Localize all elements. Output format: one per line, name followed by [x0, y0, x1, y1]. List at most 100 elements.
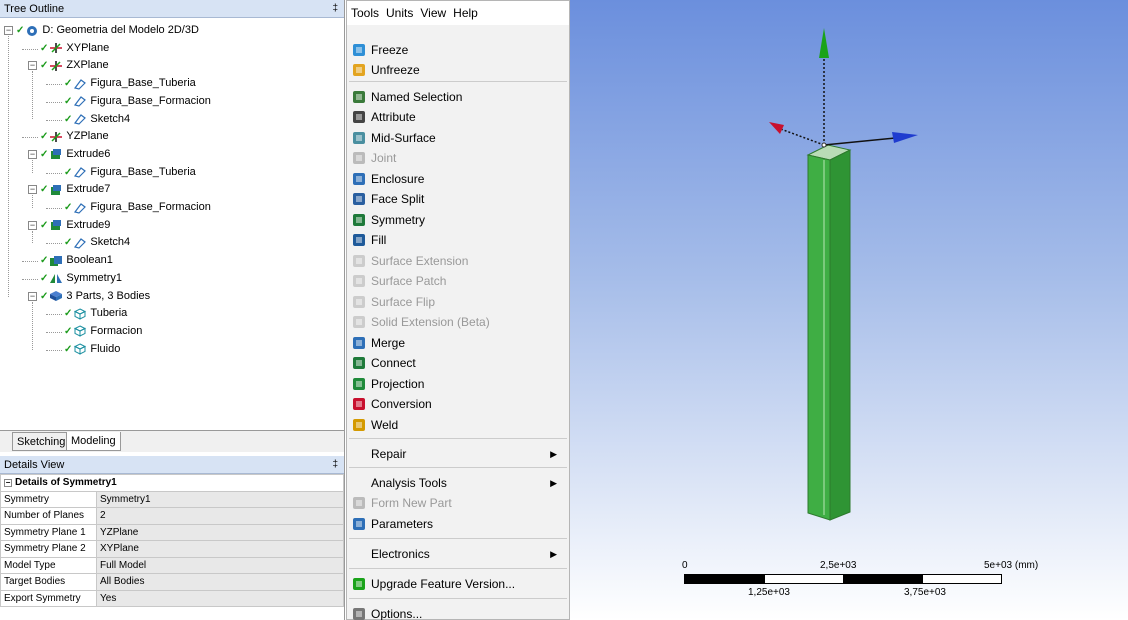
menu-item-label: Face Split	[371, 192, 425, 206]
tab-sketching[interactable]: Sketching	[12, 432, 71, 451]
menu-item-parameters[interactable]: Parameters	[347, 514, 569, 534]
menu-item-upgrade-feature-version[interactable]: Upgrade Feature Version...	[347, 574, 569, 594]
tree-connector	[46, 349, 62, 351]
menu-item-connect[interactable]: Connect	[347, 353, 569, 373]
scale-label-max: 5e+03 (mm)	[984, 560, 1039, 571]
check-icon: ✓	[64, 113, 73, 125]
details-value[interactable]: XYPlane	[96, 540, 344, 558]
menu-item-face-split[interactable]: Face Split	[347, 189, 569, 209]
menubar-help[interactable]: Help	[453, 6, 478, 20]
tree-expander[interactable]: −	[28, 185, 37, 195]
check-icon: ✓	[40, 60, 49, 72]
details-value[interactable]: Symmetry1	[96, 490, 344, 508]
check-icon: ✓	[40, 272, 49, 284]
menubar-tools[interactable]: Tools	[351, 6, 379, 20]
plane-icon	[49, 131, 63, 143]
body-icon	[73, 343, 87, 355]
tree-item[interactable]: ✓ Boolean1	[40, 252, 113, 269]
model-body[interactable]	[806, 144, 852, 521]
tree-expander[interactable]: −	[28, 291, 37, 301]
tree-connector	[8, 36, 9, 297]
menubar-units[interactable]: Units	[386, 6, 413, 20]
tree-item[interactable]: ✓ Figura_Base_Formacion	[64, 93, 211, 110]
menu-item-freeze[interactable]: Freeze	[347, 40, 569, 60]
tree-item[interactable]: ✓ 3 Parts, 3 Bodies	[40, 288, 150, 305]
tree-item[interactable]: ✓ Figura_Base_Formacion	[64, 199, 211, 216]
menu-item-named-selection[interactable]: Named Selection	[347, 87, 569, 107]
tree-item[interactable]: ✓ Fluido	[64, 341, 120, 358]
menu-item-mid-surface[interactable]: Mid-Surface	[347, 128, 569, 148]
menu-item-merge[interactable]: Merge	[347, 333, 569, 353]
menu-item-options[interactable]: Options...	[347, 604, 569, 620]
menu-item-repair[interactable]: Repair ▶	[347, 444, 569, 464]
pin-icon[interactable]: ‡	[332, 0, 338, 18]
tree-item[interactable]: ✓ Symmetry1	[40, 270, 122, 287]
tree-expander[interactable]: −	[28, 61, 37, 71]
menu-item-projection[interactable]: Projection	[347, 374, 569, 394]
tree-outline: − ✓ D: Geometria del Modelo 2D/3D ✓ XYPlane −…	[0, 18, 344, 428]
tab-modeling[interactable]: Modeling	[66, 432, 121, 451]
tree-item-label: Extrude6	[66, 147, 111, 160]
tree-connector	[46, 172, 62, 174]
check-icon: ✓	[64, 308, 73, 320]
menu-item-attribute[interactable]: Attribute	[347, 107, 569, 127]
tree-item[interactable]: ✓ Extrude7	[40, 181, 110, 198]
tree-expander[interactable]: −	[28, 220, 37, 230]
details-key: Symmetry Plane 2	[0, 540, 97, 558]
tree-connector	[46, 119, 62, 121]
details-value[interactable]: YZPlane	[96, 523, 344, 541]
tree-item[interactable]: ✓ ZXPlane	[40, 57, 109, 74]
tree-expander[interactable]: −	[28, 149, 37, 159]
check-icon: ✓	[64, 95, 73, 107]
details-value[interactable]: Yes	[96, 589, 344, 607]
menu-item-solid-extension-beta[interactable]: Solid Extension (Beta)	[347, 312, 569, 332]
details-header[interactable]: − Details of Symmetry1	[0, 474, 344, 492]
menu-item-analysis-tools[interactable]: Analysis Tools ▶	[347, 473, 569, 493]
menu-item-enclosure[interactable]: Enclosure	[347, 169, 569, 189]
menu-item-electronics[interactable]: Electronics ▶	[347, 544, 569, 564]
surface-patch-icon	[352, 274, 366, 288]
tree-item[interactable]: ✓ XYPlane	[40, 40, 109, 57]
tree-item[interactable]: ✓ Figura_Base_Tuberia	[64, 75, 196, 92]
menu-item-form-new-part[interactable]: Form New Part	[347, 493, 569, 513]
scale-segment	[684, 574, 764, 584]
menu-item-surface-flip[interactable]: Surface Flip	[347, 292, 569, 312]
menu-item-joint[interactable]: Joint	[347, 148, 569, 168]
menu-item-surface-patch[interactable]: Surface Patch	[347, 271, 569, 291]
tree-item[interactable]: ✓ Sketch4	[64, 111, 130, 128]
plane-icon	[49, 60, 63, 72]
menu-separator	[349, 568, 567, 569]
check-icon: ✓	[64, 202, 73, 213]
check-icon: ✓	[40, 131, 49, 143]
sketch-icon	[73, 95, 87, 107]
menu-item-symmetry[interactable]: Symmetry	[347, 210, 569, 230]
menu-item-weld[interactable]: Weld	[347, 415, 569, 435]
tree-expander[interactable]: −	[4, 26, 13, 35]
pin-icon[interactable]: ‡	[332, 456, 338, 474]
menu-item-label: Fill	[371, 233, 387, 247]
menu-item-surface-extension[interactable]: Surface Extension	[347, 251, 569, 271]
graphics-viewport[interactable]	[570, 0, 1128, 620]
tree-item[interactable]: ✓ Tuberia	[64, 305, 127, 322]
details-value[interactable]: 2	[96, 507, 344, 525]
menubar-view[interactable]: View	[420, 6, 446, 20]
menu-item-unfreeze[interactable]: Unfreeze	[347, 60, 569, 80]
collapse-icon[interactable]: −	[4, 479, 12, 488]
scale-segment	[922, 574, 1002, 584]
menu-separator	[349, 538, 567, 539]
tree-connector	[32, 230, 33, 244]
tree-item[interactable]: ✓ Extrude9	[40, 217, 110, 234]
submenu-arrow-icon: ▶	[550, 478, 557, 488]
details-value[interactable]: Full Model	[96, 556, 344, 574]
details-value[interactable]: All Bodies	[96, 573, 344, 591]
menu-item-fill[interactable]: Fill	[347, 230, 569, 250]
menu-item-label: Conversion	[371, 397, 432, 411]
tree-item-label: D: Geometria del Modelo 2D/3D	[42, 24, 199, 36]
tree-item[interactable]: ✓ Extrude6	[40, 146, 110, 163]
tree-item[interactable]: ✓ YZPlane	[40, 128, 109, 145]
tree-item[interactable]: ✓ D: Geometria del Modelo 2D/3D	[16, 22, 199, 39]
tree-item[interactable]: ✓ Sketch4	[64, 234, 130, 251]
tree-item[interactable]: ✓ Formacion	[64, 323, 142, 340]
menu-item-conversion[interactable]: Conversion	[347, 394, 569, 414]
tree-item[interactable]: ✓ Figura_Base_Tuberia	[64, 164, 196, 181]
